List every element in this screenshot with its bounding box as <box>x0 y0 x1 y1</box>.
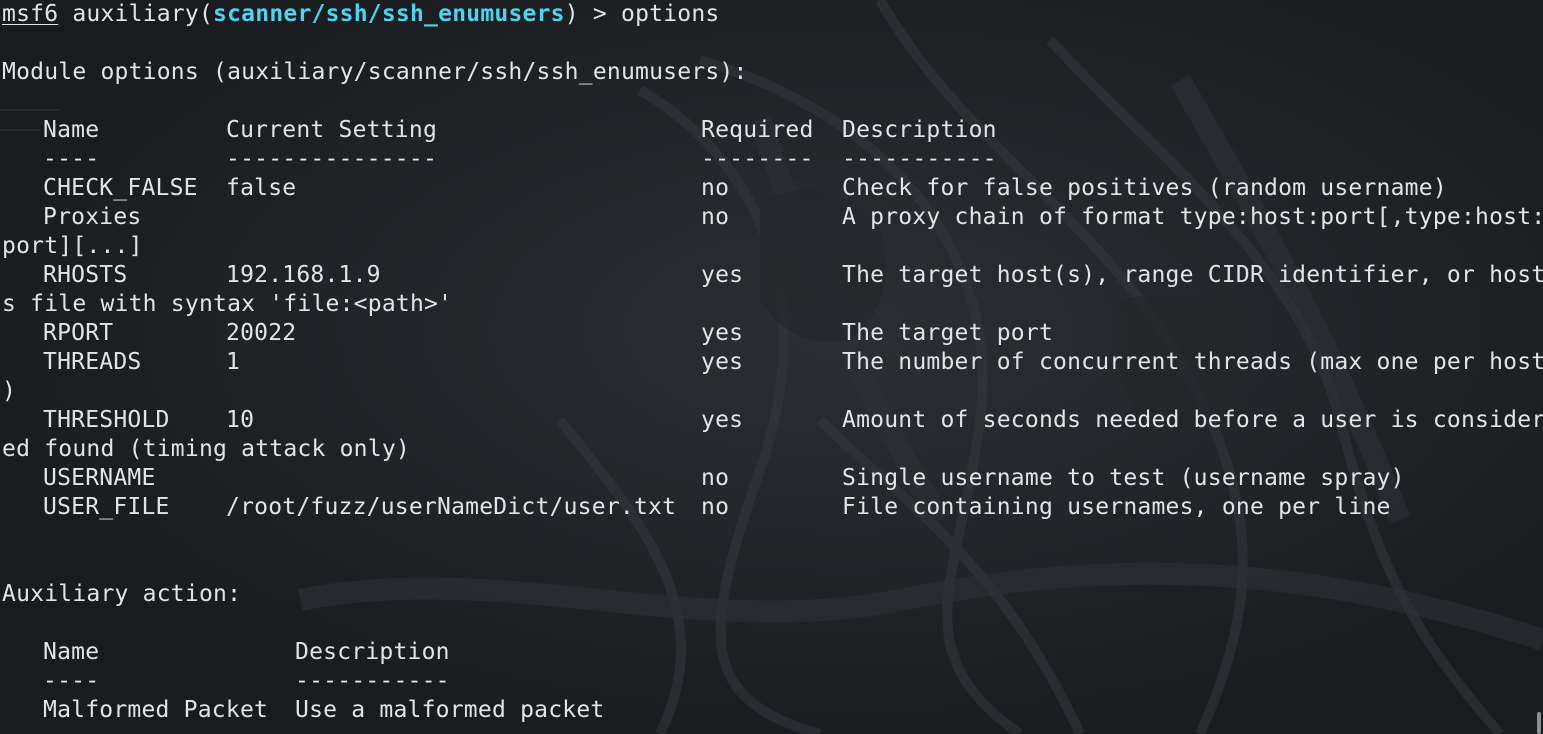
prompt-module: scanner/ssh/ssh_enumusers <box>213 1 565 27</box>
action-column-header-description: Description <box>295 639 450 665</box>
prompt-type: auxiliary <box>72 1 199 27</box>
option-setting: false <box>226 175 297 201</box>
separator-current-setting: --------------- <box>226 146 438 172</box>
terminal-scrollbar[interactable] <box>1537 712 1541 734</box>
option-description: File containing usernames, one per line <box>842 494 1391 520</box>
column-header-name: Name <box>43 117 100 143</box>
module-options-header: Module options (auxiliary/scanner/ssh/ss… <box>2 59 748 85</box>
option-required: yes <box>701 262 744 288</box>
action-description: Use a malformed packet <box>295 697 605 723</box>
option-required: yes <box>701 407 744 433</box>
option-required: no <box>701 175 730 201</box>
option-required: no <box>701 465 730 491</box>
option-name: THREADS <box>43 349 142 375</box>
option-setting: 1 <box>226 349 241 375</box>
option-name: CHECK_FALSE <box>43 175 198 201</box>
option-description-wrap: port][...] <box>2 233 143 259</box>
option-name: RPORT <box>43 320 114 346</box>
separator-name: ---- <box>43 146 100 172</box>
separator-description: ----------- <box>842 146 997 172</box>
option-name: USERNAME <box>43 465 156 491</box>
option-description: Check for false positives (random userna… <box>842 175 1447 201</box>
option-name: THRESHOLD <box>43 407 170 433</box>
option-description-wrap: ) <box>2 378 17 404</box>
option-setting: 192.168.1.9 <box>226 262 381 288</box>
auxiliary-action-header: Auxiliary action: <box>2 581 242 607</box>
option-setting: /root/fuzz/userNameDict/user.txt <box>226 494 677 520</box>
option-description: Amount of seconds needed before a user i… <box>842 407 1543 433</box>
column-header-required: Required <box>701 117 814 143</box>
option-description: A proxy chain of format type:host:port[,… <box>842 204 1543 230</box>
option-required: yes <box>701 320 744 346</box>
option-setting: 10 <box>226 407 255 433</box>
option-description: Single username to test (username spray) <box>842 465 1405 491</box>
option-name: USER_FILE <box>43 494 170 520</box>
action-separator-name: ---- <box>43 668 100 694</box>
column-header-description: Description <box>842 117 997 143</box>
command-prompt-line: msf6 auxiliary(scanner/ssh/ssh_enumusers… <box>2 1 720 27</box>
option-description-wrap: ed found (timing attack only) <box>2 436 410 462</box>
option-description: The target host(s), range CIDR identifie… <box>842 262 1543 288</box>
option-required: no <box>701 204 730 230</box>
option-description-wrap: s file with syntax 'file:<path>' <box>2 291 453 317</box>
option-setting: 20022 <box>226 320 297 346</box>
option-description: The target port <box>842 320 1054 346</box>
option-required: yes <box>701 349 744 375</box>
prompt-command: options <box>621 1 720 27</box>
prompt-host: msf6 <box>2 1 59 27</box>
option-description: The number of concurrent threads (max on… <box>842 349 1543 375</box>
column-header-current-setting: Current Setting <box>226 117 438 143</box>
action-separator-description: ----------- <box>295 668 450 694</box>
option-name: Proxies <box>43 204 142 230</box>
action-column-header-name: Name <box>43 639 100 665</box>
option-name: RHOSTS <box>43 262 128 288</box>
action-name: Malformed Packet <box>43 697 269 723</box>
separator-required: -------- <box>701 146 814 172</box>
option-required: no <box>701 494 730 520</box>
